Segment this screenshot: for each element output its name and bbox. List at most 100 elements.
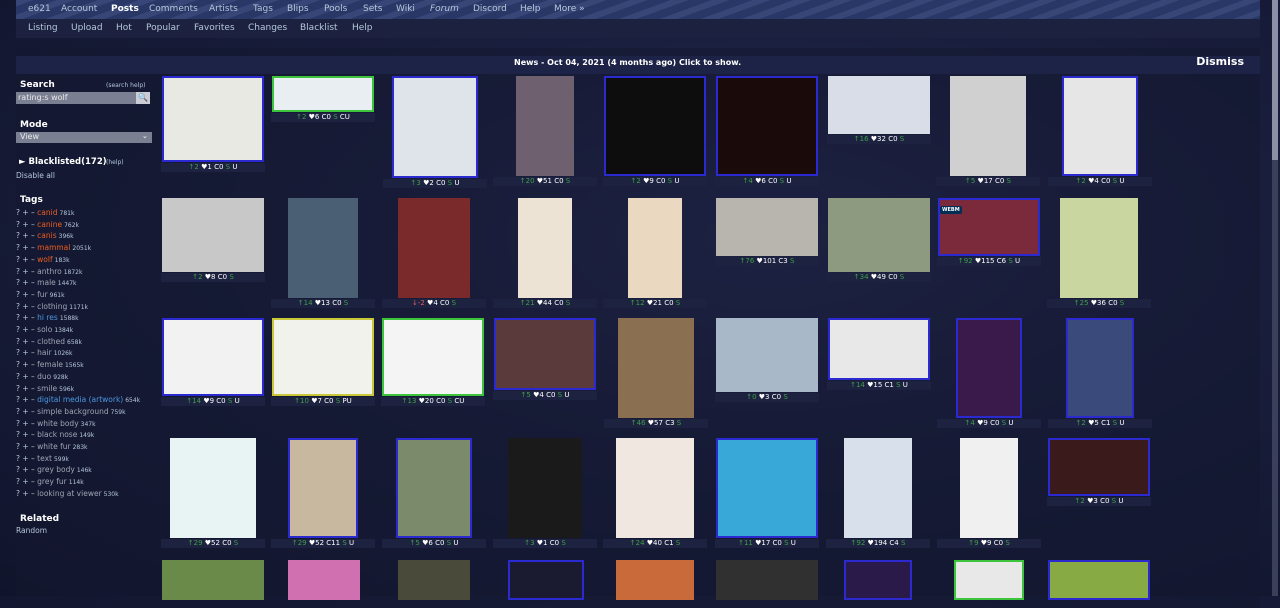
post-thumbnail[interactable] (960, 438, 1018, 538)
tag-actions[interactable]: ? + – (16, 372, 37, 381)
nav-sets[interactable]: Sets (363, 4, 382, 14)
post-thumbnail[interactable] (716, 76, 818, 176)
tag-link[interactable]: canid (37, 208, 57, 217)
post-thumbnail[interactable] (508, 438, 582, 538)
tag-link[interactable]: smile (37, 384, 57, 393)
mode-select-value[interactable]: View (20, 132, 39, 141)
post-thumbnail[interactable] (844, 560, 912, 600)
post-thumbnail[interactable] (828, 198, 930, 272)
tag-actions[interactable]: ? + – (16, 407, 37, 416)
post-thumbnail[interactable] (1048, 438, 1150, 496)
tag-link[interactable]: wolf (37, 255, 52, 264)
nav-blips[interactable]: Blips (287, 4, 309, 14)
tag-actions[interactable]: ? + – (16, 325, 37, 334)
tag-actions[interactable]: ? + – (16, 384, 37, 393)
tag-actions[interactable]: ? + – (16, 454, 37, 463)
subnav-help[interactable]: Help (352, 23, 373, 33)
tag-link[interactable]: white body (37, 419, 78, 428)
tag-link[interactable]: black nose (37, 430, 77, 439)
blacklisted-help-link[interactable]: (help) (106, 159, 124, 166)
post-thumbnail[interactable] (516, 76, 574, 176)
search-icon[interactable]: 🔍 (136, 92, 150, 104)
tag-link[interactable]: clothed (37, 337, 65, 346)
post-thumbnail[interactable] (628, 198, 682, 298)
news-text[interactable]: News - Oct 04, 2021 (4 months ago) Click… (514, 58, 741, 67)
post-thumbnail[interactable] (844, 438, 912, 538)
nav-e621[interactable]: e621 (28, 4, 51, 14)
post-thumbnail[interactable] (398, 198, 470, 298)
post-thumbnail[interactable] (716, 560, 818, 600)
tag-link[interactable]: solo (37, 325, 52, 334)
nav-forum[interactable]: Forum (430, 4, 459, 14)
nav-comments[interactable]: Comments (149, 4, 198, 14)
post-thumbnail[interactable] (1048, 560, 1150, 600)
subnav-upload[interactable]: Upload (71, 23, 103, 33)
tag-link[interactable]: mammal (37, 243, 70, 252)
chevron-down-icon[interactable]: ⌄ (142, 132, 148, 140)
tag-actions[interactable]: ? + – (16, 360, 37, 369)
blacklisted-toggle[interactable]: ► Blacklisted(172) (19, 157, 107, 167)
nav-more[interactable]: More » (554, 4, 585, 14)
subnav-hot[interactable]: Hot (116, 23, 132, 33)
post-thumbnail[interactable] (716, 198, 818, 256)
post-thumbnail[interactable] (288, 198, 358, 298)
nav-pools[interactable]: Pools (324, 4, 347, 14)
tag-actions[interactable]: ? + – (16, 267, 37, 276)
tag-actions[interactable]: ? + – (16, 419, 37, 428)
post-thumbnail[interactable] (1066, 318, 1134, 418)
subnav-favorites[interactable]: Favorites (194, 23, 235, 33)
tag-actions[interactable]: ? + – (16, 442, 37, 451)
nav-tags[interactable]: Tags (253, 4, 273, 14)
post-thumbnail[interactable] (950, 76, 1026, 176)
tag-link[interactable]: digital media (artwork) (37, 395, 123, 404)
tag-link[interactable]: clothing (37, 302, 67, 311)
tag-actions[interactable]: ? + – (16, 489, 37, 498)
post-thumbnail[interactable] (716, 318, 818, 392)
tag-link[interactable]: duo (37, 372, 51, 381)
nav-discord[interactable]: Discord (473, 4, 507, 14)
post-thumbnail[interactable] (494, 318, 596, 390)
nav-help[interactable]: Help (520, 4, 541, 14)
tag-actions[interactable]: ? + – (16, 208, 37, 217)
tag-link[interactable]: white fur (37, 442, 70, 451)
tag-link[interactable]: canis (37, 231, 56, 240)
tag-actions[interactable]: ? + – (16, 302, 37, 311)
related-random-link[interactable]: Random (16, 526, 47, 535)
post-thumbnail[interactable] (382, 318, 484, 396)
subnav-changes[interactable]: Changes (248, 23, 287, 33)
subnav-blacklist[interactable]: Blacklist (300, 23, 338, 33)
post-thumbnail[interactable] (392, 76, 478, 178)
tag-actions[interactable]: ? + – (16, 290, 37, 299)
tag-actions[interactable]: ? + – (16, 220, 37, 229)
post-thumbnail[interactable] (828, 76, 930, 134)
nav-wiki[interactable]: Wiki (396, 4, 415, 14)
post-thumbnail[interactable] (272, 318, 374, 396)
post-thumbnail[interactable] (518, 198, 572, 298)
post-thumbnail[interactable] (162, 318, 264, 396)
post-thumbnail[interactable] (1062, 76, 1138, 176)
post-thumbnail[interactable] (162, 76, 264, 162)
tag-link[interactable]: hair (37, 348, 52, 357)
tag-actions[interactable]: ? + – (16, 430, 37, 439)
tag-link[interactable]: male (37, 278, 56, 287)
tag-actions[interactable]: ? + – (16, 477, 37, 486)
tag-actions[interactable]: ? + – (16, 255, 37, 264)
tag-link[interactable]: grey fur (37, 477, 67, 486)
subnav-popular[interactable]: Popular (146, 23, 180, 33)
post-thumbnail[interactable] (954, 560, 1024, 600)
post-thumbnail[interactable] (272, 76, 374, 112)
subnav-listing[interactable]: Listing (28, 23, 58, 33)
tag-actions[interactable]: ? + – (16, 395, 37, 404)
post-thumbnail[interactable] (162, 198, 264, 272)
tag-link[interactable]: fur (37, 290, 47, 299)
post-thumbnail[interactable] (396, 438, 472, 538)
post-thumbnail[interactable] (616, 560, 694, 600)
disable-all-link[interactable]: Disable all (16, 171, 55, 180)
post-thumbnail[interactable] (508, 560, 584, 600)
search-help-link[interactable]: (search help) (106, 82, 146, 89)
tag-link[interactable]: simple background (37, 407, 109, 416)
tag-actions[interactable]: ? + – (16, 231, 37, 240)
post-thumbnail[interactable] (288, 560, 360, 600)
tag-actions[interactable]: ? + – (16, 313, 37, 322)
post-thumbnail[interactable] (616, 438, 694, 538)
